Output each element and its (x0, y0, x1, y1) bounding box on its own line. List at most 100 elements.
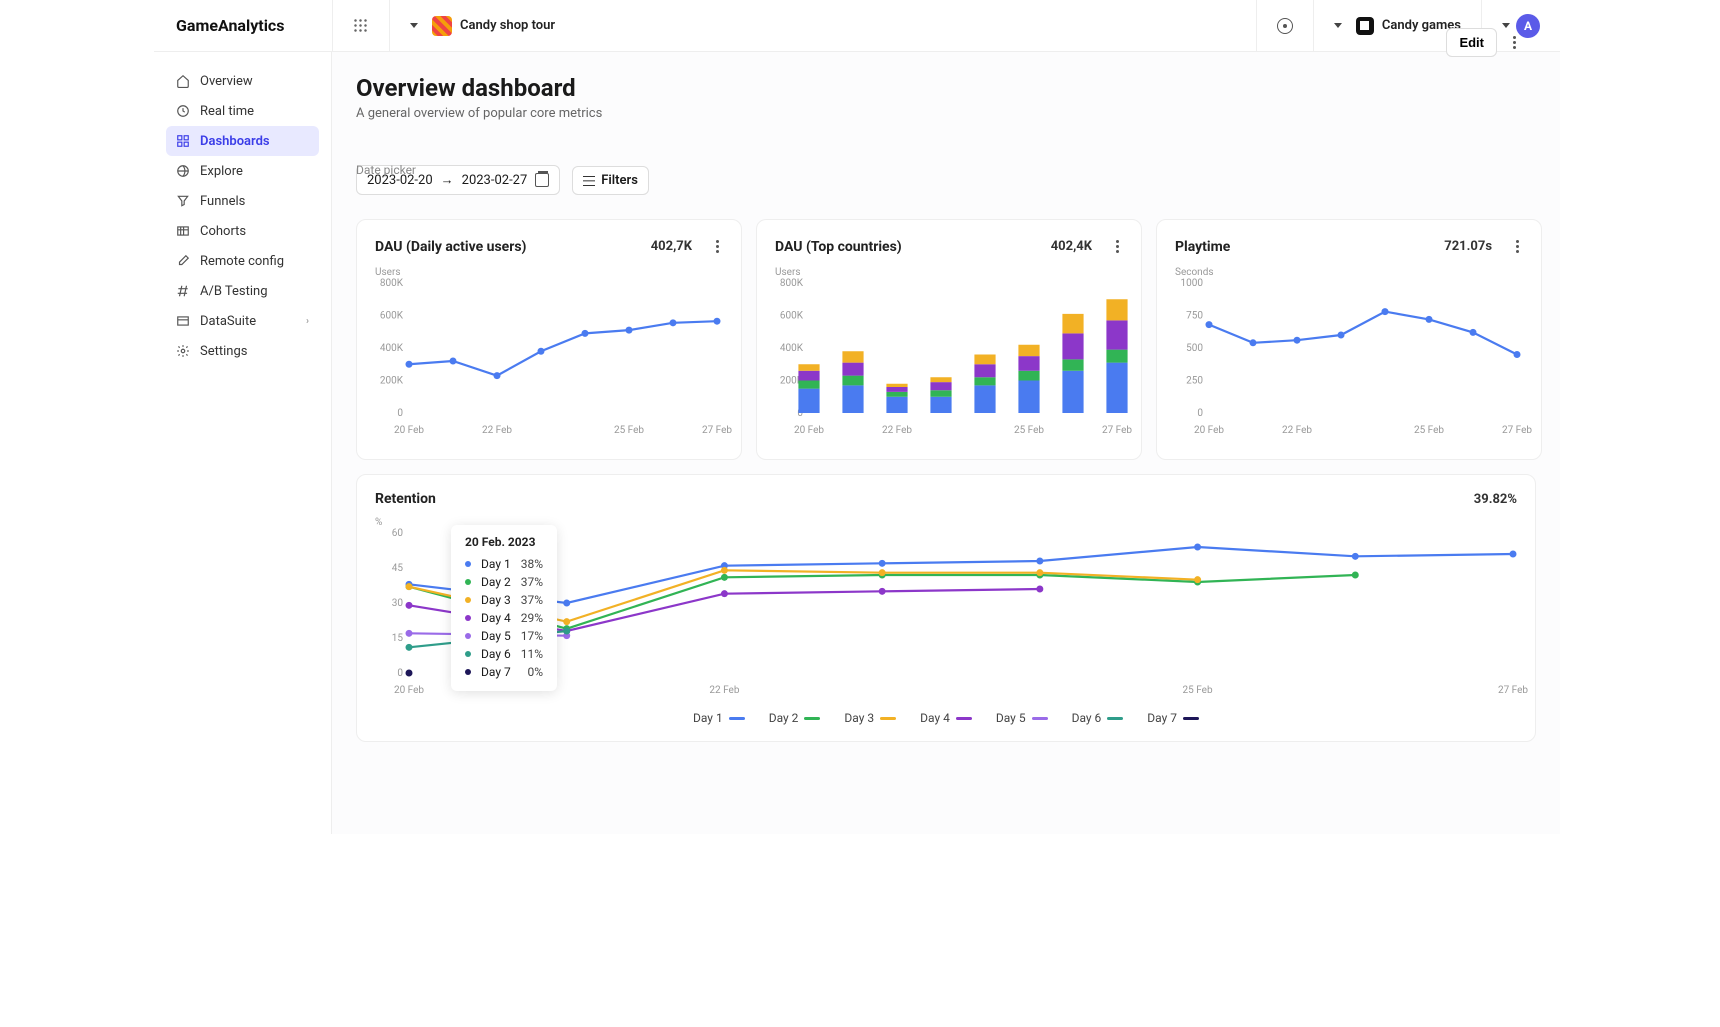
svg-text:15: 15 (392, 633, 404, 644)
card-title: Retention (375, 491, 436, 507)
svg-text:25 Feb: 25 Feb (614, 425, 644, 436)
svg-text:200K: 200K (380, 376, 404, 387)
sidebar-item-cohorts[interactable]: Cohorts (166, 216, 319, 246)
sidebar-item-explore[interactable]: Explore (166, 156, 319, 186)
app-icon (432, 16, 452, 36)
card-dau-countries: DAU (Top countries) 402,4K Users0200K400… (756, 219, 1142, 460)
sliders-icon (583, 176, 595, 186)
sidebar-item-settings[interactable]: Settings (166, 336, 319, 366)
card-value: 402,7K (651, 239, 692, 254)
svg-text:800K: 800K (380, 278, 404, 289)
settings-gear-button[interactable] (1256, 0, 1313, 52)
svg-text:20 Feb: 20 Feb (794, 425, 824, 436)
legend-item[interactable]: Day 2 (769, 711, 821, 725)
svg-text:20 Feb: 20 Feb (1194, 425, 1224, 436)
svg-text:27 Feb: 27 Feb (1502, 425, 1532, 436)
sidebar-item-funnels[interactable]: Funnels (166, 186, 319, 216)
card-playtime: Playtime 721.07s Seconds0250500750100020… (1156, 219, 1542, 460)
date-to: 2023-02-27 (462, 173, 528, 188)
svg-text:22 Feb: 22 Feb (1282, 425, 1312, 436)
sidebar-item-datasuite[interactable]: DataSuite› (166, 306, 319, 336)
tooltip-row: Day 611% (465, 645, 543, 663)
card-value: 721.07s (1444, 239, 1492, 254)
legend-item[interactable]: Day 5 (996, 711, 1048, 725)
page-subtitle: A general overview of popular core metri… (356, 106, 1536, 121)
card-menu-button[interactable] (1512, 236, 1523, 257)
card-menu-button[interactable] (1112, 236, 1123, 257)
svg-text:45: 45 (392, 563, 404, 574)
svg-text:600K: 600K (780, 311, 804, 322)
app-switcher-grid[interactable] (332, 0, 389, 52)
legend-item[interactable]: Day 6 (1072, 711, 1124, 725)
svg-text:60: 60 (392, 528, 404, 539)
tooltip-title: 20 Feb. 2023 (465, 535, 543, 549)
edit-button[interactable]: Edit (1446, 52, 1497, 57)
card-value: 402,4K (1051, 239, 1092, 254)
svg-text:400K: 400K (780, 343, 804, 354)
card-title: DAU (Top countries) (775, 239, 902, 255)
filters-button[interactable]: Filters (572, 166, 649, 195)
svg-text:Seconds: Seconds (1175, 267, 1214, 278)
svg-text:25 Feb: 25 Feb (1414, 425, 1444, 436)
tooltip-row: Day 70% (465, 663, 543, 681)
date-picker-label: Date picker (356, 163, 416, 177)
svg-text:27 Feb: 27 Feb (1102, 425, 1132, 436)
sidebar: OverviewReal time Dashboards Explore Funnel… (154, 52, 332, 834)
grid-icon (353, 18, 369, 34)
card-menu-button[interactable] (712, 236, 723, 257)
topbar: GameAnalytics Candy shop tour Candy game… (154, 0, 1560, 52)
gear-icon (1277, 18, 1293, 34)
svg-text:27 Feb: 27 Feb (1498, 685, 1528, 696)
sidebar-item-remote-config[interactable]: Remote config (166, 246, 319, 276)
card-title: DAU (Daily active users) (375, 239, 526, 255)
svg-text:0: 0 (1197, 408, 1203, 419)
page-title: Overview dashboard (356, 74, 1536, 102)
tooltip-row: Day 517% (465, 627, 543, 645)
brand-logo: GameAnalytics (154, 0, 332, 52)
tooltip-row: Day 237% (465, 573, 543, 591)
caret-down-icon (1334, 23, 1342, 28)
svg-text:25 Feb: 25 Feb (1014, 425, 1044, 436)
retention-legend: Day 1 Day 2 Day 3 Day 4 Day 5 Day 6 Day 7 (375, 711, 1517, 725)
app-name: Candy shop tour (460, 18, 555, 33)
tooltip-row: Day 337% (465, 591, 543, 609)
card-retention: Retention 39.82% %01530456020 Feb22 Feb2… (356, 474, 1536, 742)
sidebar-item-label: A/B Testing (200, 284, 268, 299)
sidebar-item-label: Remote config (200, 254, 284, 269)
calendar-icon (535, 173, 549, 187)
tooltip-row: Day 138% (465, 555, 543, 573)
sidebar-item-overview[interactable]: Overview (166, 66, 319, 96)
sidebar-item-label: Dashboards (200, 134, 270, 149)
sidebar-item-label: Funnels (200, 194, 245, 209)
svg-text:Users: Users (775, 267, 801, 278)
legend-item[interactable]: Day 3 (844, 711, 896, 725)
svg-text:750: 750 (1186, 311, 1203, 322)
sidebar-item-label: Settings (200, 344, 247, 359)
tooltip-row: Day 429% (465, 609, 543, 627)
legend-item[interactable]: Day 4 (920, 711, 972, 725)
caret-down-icon (410, 23, 418, 28)
svg-text:20 Feb: 20 Feb (394, 425, 424, 436)
svg-text:25 Feb: 25 Feb (1183, 685, 1213, 696)
card-dau: DAU (Daily active users) 402,7K Users 0 20… (356, 219, 742, 460)
svg-text:22 Feb: 22 Feb (882, 425, 912, 436)
page-menu-button[interactable] (1509, 52, 1520, 53)
sidebar-item-real-time[interactable]: Real time (166, 96, 319, 126)
svg-text:20 Feb: 20 Feb (394, 685, 424, 696)
chart-tooltip: 20 Feb. 2023 Day 138%Day 237%Day 337%Day… (451, 525, 557, 691)
svg-text:0: 0 (397, 408, 403, 419)
legend-item[interactable]: Day 7 (1147, 711, 1199, 725)
svg-text:27 Feb: 27 Feb (702, 425, 732, 436)
svg-text:1000: 1000 (1181, 278, 1204, 289)
svg-text:Users: Users (375, 267, 401, 278)
svg-text:250: 250 (1186, 376, 1203, 387)
sidebar-item-dashboards[interactable]: Dashboards (166, 126, 319, 156)
svg-text:22 Feb: 22 Feb (482, 425, 512, 436)
sidebar-item-a-b-testing[interactable]: A/B Testing (166, 276, 319, 306)
app-selector[interactable]: Candy shop tour (389, 0, 575, 52)
legend-item[interactable]: Day 1 (693, 711, 745, 725)
chevron-right-icon: › (306, 316, 309, 327)
svg-text:%: % (375, 517, 382, 528)
svg-text:400K: 400K (380, 343, 404, 354)
svg-text:30: 30 (392, 598, 404, 609)
